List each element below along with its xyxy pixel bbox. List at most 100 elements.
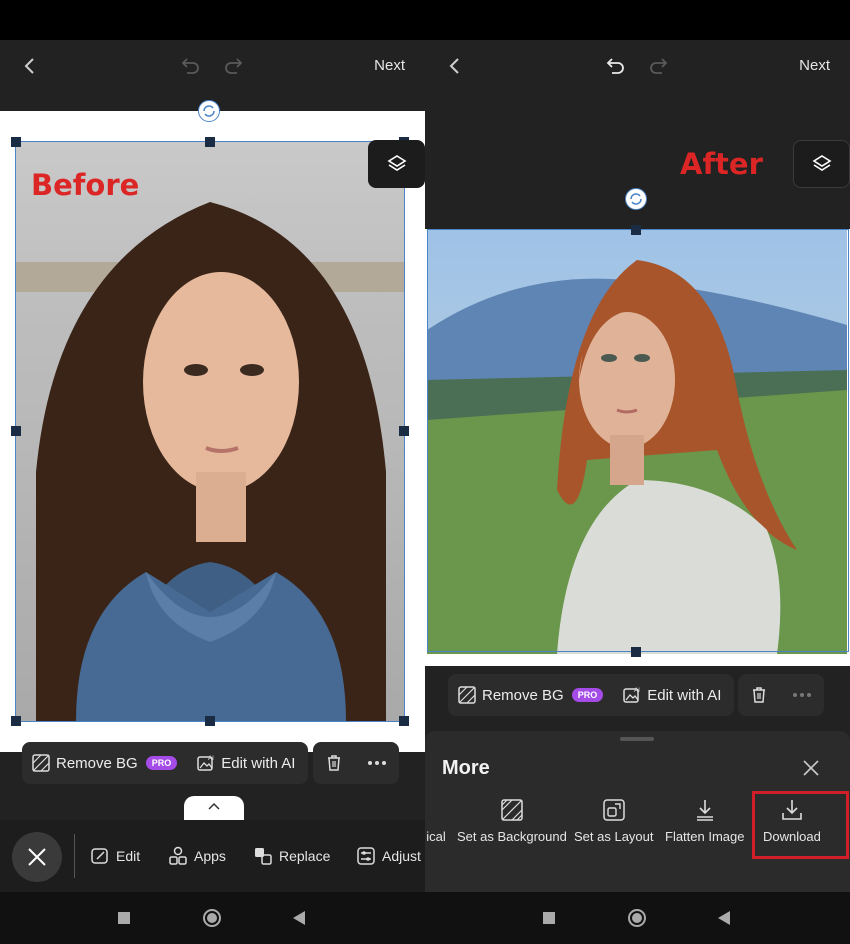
home-icon[interactable] xyxy=(203,909,221,927)
next-button[interactable]: Next xyxy=(799,57,830,74)
back-icon[interactable] xyxy=(443,54,465,78)
more-item-set-layout[interactable]: Set as Layout xyxy=(574,799,654,844)
resize-handle[interactable] xyxy=(399,426,409,436)
system-nav-bar xyxy=(425,892,850,944)
close-icon[interactable] xyxy=(803,760,819,776)
status-bar xyxy=(0,0,425,40)
resize-handle[interactable] xyxy=(205,716,215,726)
before-label: Before xyxy=(31,168,140,202)
trash-icon[interactable] xyxy=(325,754,343,772)
edit-ai-icon: AI xyxy=(623,687,640,703)
selection-box xyxy=(427,229,849,652)
more-item-set-background-label: Set as Background xyxy=(457,829,567,844)
set-background-icon xyxy=(501,799,523,821)
after-panel: Next After Remove BG PRO AI Edit with AI… xyxy=(425,0,850,944)
divider xyxy=(74,834,75,878)
edit-ai-icon: AI xyxy=(197,755,214,771)
svg-text:AI: AI xyxy=(208,755,214,762)
back-nav-icon[interactable] xyxy=(717,910,731,926)
recents-icon[interactable] xyxy=(543,912,555,924)
close-button[interactable] xyxy=(12,832,62,882)
back-nav-icon[interactable] xyxy=(292,910,306,926)
back-icon[interactable] xyxy=(18,54,40,78)
nav-adjust-label: Adjust xyxy=(382,848,421,864)
adjust-icon xyxy=(357,847,375,865)
remove-bg-icon xyxy=(458,686,476,704)
sheet-grabber[interactable] xyxy=(620,737,654,741)
set-layout-icon xyxy=(603,799,625,821)
nav-apps-label: Apps xyxy=(194,848,226,864)
more-sheet: More ical Set as Background Set as Layou… xyxy=(425,731,850,892)
context-actions xyxy=(313,742,399,784)
next-button[interactable]: Next xyxy=(374,57,405,74)
recents-icon[interactable] xyxy=(118,912,130,924)
remove-bg-button[interactable]: Remove BG PRO xyxy=(448,686,613,704)
close-icon xyxy=(28,848,46,866)
rotate-icon xyxy=(630,193,642,205)
redo-icon[interactable] xyxy=(647,54,671,78)
top-bar: Next xyxy=(425,40,850,92)
resize-handle[interactable] xyxy=(399,716,409,726)
resize-handle[interactable] xyxy=(11,716,21,726)
more-dots-icon[interactable] xyxy=(367,760,387,766)
home-icon[interactable] xyxy=(628,909,646,927)
resize-handle[interactable] xyxy=(631,647,641,657)
resize-handle[interactable] xyxy=(11,137,21,147)
remove-bg-label: Remove BG xyxy=(56,754,138,772)
more-dots-icon[interactable] xyxy=(792,692,812,698)
more-item-flatten-image-label: Flatten Image xyxy=(665,829,745,844)
context-toolbar: Remove BG PRO AI Edit with AI xyxy=(448,674,734,716)
nav-edit[interactable]: Edit xyxy=(90,846,140,866)
pro-badge: PRO xyxy=(145,756,178,770)
nav-replace[interactable]: Replace xyxy=(253,846,330,866)
more-item-set-background[interactable]: Set as Background xyxy=(457,799,567,844)
nav-adjust[interactable]: Adjust xyxy=(356,846,421,866)
edit-with-ai-button[interactable]: AI Edit with AI xyxy=(613,686,731,704)
remove-bg-button[interactable]: Remove BG PRO xyxy=(22,754,187,772)
before-panel: Next Before Remove BG PRO AI Edit with A… xyxy=(0,0,425,944)
more-item-partial[interactable]: ical xyxy=(425,799,447,844)
panel-collapse-tab[interactable] xyxy=(184,796,244,820)
download-highlight-box xyxy=(752,791,849,859)
edit-with-ai-label: Edit with AI xyxy=(221,754,296,772)
rotate-handle[interactable] xyxy=(625,188,647,210)
trash-icon[interactable] xyxy=(750,686,768,704)
remove-bg-label: Remove BG xyxy=(482,686,564,704)
rotate-handle[interactable] xyxy=(198,100,220,122)
sheet-title: More xyxy=(442,757,490,779)
resize-handle[interactable] xyxy=(11,426,21,436)
undo-icon[interactable] xyxy=(603,54,627,78)
partial-icon xyxy=(425,799,447,821)
system-nav-bar xyxy=(0,892,425,944)
edit-with-ai-button[interactable]: AI Edit with AI xyxy=(187,754,305,772)
nav-replace-label: Replace xyxy=(279,848,331,864)
edit-icon xyxy=(91,848,108,864)
layers-button[interactable] xyxy=(368,140,425,188)
flatten-icon xyxy=(696,800,713,821)
remove-bg-icon xyxy=(32,754,50,772)
more-item-flatten-image[interactable]: Flatten Image xyxy=(665,799,745,844)
layers-button[interactable] xyxy=(793,140,850,188)
context-toolbar: Remove BG PRO AI Edit with AI xyxy=(22,742,308,784)
layers-icon xyxy=(811,155,832,171)
chevron-up-icon xyxy=(208,802,220,810)
pro-badge: PRO xyxy=(571,688,604,702)
resize-handle[interactable] xyxy=(205,137,215,147)
resize-handle[interactable] xyxy=(631,225,641,235)
nav-edit-label: Edit xyxy=(116,848,141,864)
after-label: After xyxy=(680,147,763,181)
bottom-tool-nav: Edit Apps Replace Adjust xyxy=(0,820,425,892)
redo-icon[interactable] xyxy=(222,54,246,78)
top-bar: Next xyxy=(0,40,425,92)
selection-box xyxy=(15,141,405,722)
apps-icon xyxy=(169,846,187,865)
context-actions xyxy=(738,674,824,716)
status-bar xyxy=(425,0,850,40)
nav-apps[interactable]: Apps xyxy=(168,846,226,866)
undo-icon[interactable] xyxy=(178,54,202,78)
svg-text:AI: AI xyxy=(634,687,640,694)
rotate-icon xyxy=(203,105,215,117)
more-item-set-layout-label: Set as Layout xyxy=(574,829,654,844)
more-item-partial-label: ical xyxy=(426,829,446,844)
replace-icon xyxy=(255,848,272,865)
